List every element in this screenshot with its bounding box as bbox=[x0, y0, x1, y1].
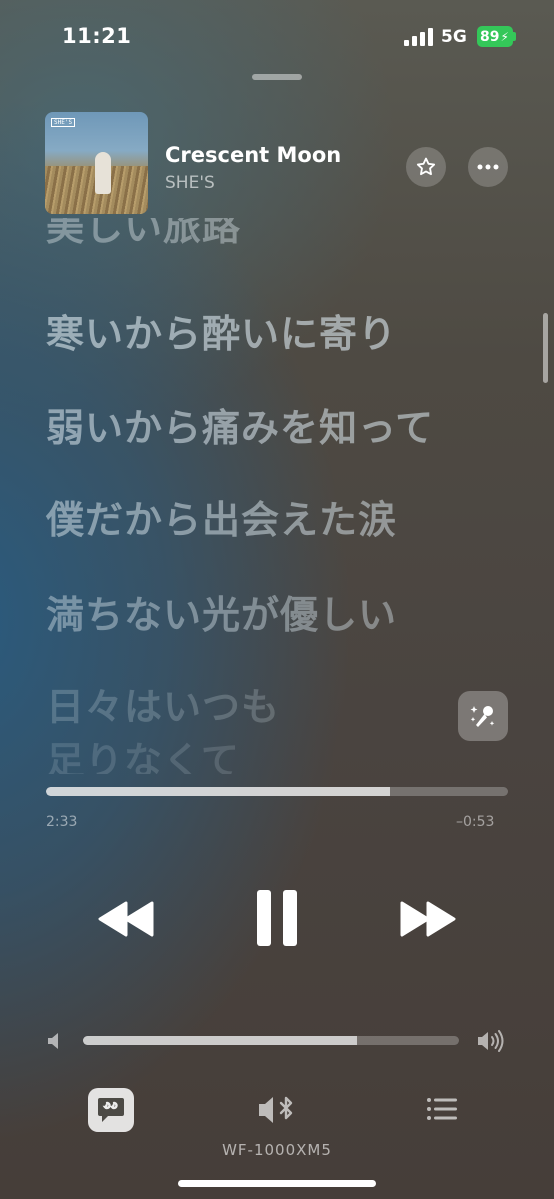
lyrics-scrollbar[interactable] bbox=[543, 313, 548, 383]
quote-bubble-icon bbox=[98, 1098, 124, 1122]
playback-progress-fill bbox=[46, 787, 391, 796]
volume-low-icon bbox=[46, 1031, 62, 1055]
lyric-line-partial[interactable]: 美しい旅路 bbox=[46, 218, 241, 258]
volume-high-icon bbox=[476, 1029, 506, 1057]
forward-icon bbox=[400, 901, 456, 937]
ellipsis-icon bbox=[477, 164, 499, 170]
battery-percent: 89 bbox=[480, 28, 500, 45]
more-button[interactable] bbox=[468, 147, 508, 187]
sheet-grabber[interactable] bbox=[252, 74, 302, 80]
list-icon bbox=[427, 1098, 457, 1120]
favorite-button[interactable] bbox=[406, 147, 446, 187]
artwork-logo: SHE'S bbox=[51, 118, 76, 127]
sing-button[interactable] bbox=[458, 691, 508, 741]
album-artwork[interactable]: SHE'S bbox=[45, 112, 148, 214]
lyric-line[interactable]: 弱いから痛みを知って bbox=[46, 397, 434, 452]
volume-slider[interactable] bbox=[83, 1036, 459, 1045]
battery-icon: 89 ⚡ bbox=[477, 26, 513, 47]
lyric-line[interactable]: 僕だから出会えた涙 bbox=[46, 489, 397, 544]
backward-icon bbox=[98, 901, 154, 937]
lyrics-button[interactable] bbox=[88, 1088, 134, 1132]
star-icon bbox=[416, 157, 436, 176]
remaining-time: –0:53 bbox=[456, 814, 495, 830]
home-indicator[interactable] bbox=[178, 1180, 376, 1187]
speaker-bluetooth-icon bbox=[259, 1096, 293, 1123]
pause-button[interactable] bbox=[246, 885, 308, 951]
status-time: 11:21 bbox=[62, 24, 132, 48]
lyric-line[interactable]: 寒いから酔いに寄り bbox=[46, 303, 397, 358]
battery-tip bbox=[513, 32, 516, 41]
charging-bolt-icon: ⚡ bbox=[500, 29, 509, 44]
playback-scrubber[interactable] bbox=[46, 787, 508, 796]
lyric-line[interactable]: 満ちない光が優しい bbox=[46, 584, 397, 639]
lyric-line[interactable]: 足りなくて bbox=[46, 730, 240, 774]
queue-button[interactable] bbox=[424, 1092, 460, 1126]
audio-output-button[interactable] bbox=[254, 1090, 300, 1130]
song-title[interactable]: Crescent Moon bbox=[165, 143, 341, 167]
cellular-signal-icon bbox=[404, 28, 434, 46]
rewind-button[interactable] bbox=[94, 893, 158, 945]
elapsed-time: 2:33 bbox=[46, 814, 78, 830]
fast-forward-button[interactable] bbox=[396, 893, 460, 945]
lyric-line[interactable]: 日々はいつも bbox=[46, 676, 280, 731]
volume-level-fill bbox=[83, 1036, 358, 1045]
network-type: 5G bbox=[441, 27, 467, 47]
microphone-sparkle-icon bbox=[470, 706, 495, 727]
output-device-name: WF-1000XM5 bbox=[222, 1141, 332, 1159]
artist-name[interactable]: SHE'S bbox=[165, 173, 215, 193]
pause-icon bbox=[257, 890, 297, 946]
